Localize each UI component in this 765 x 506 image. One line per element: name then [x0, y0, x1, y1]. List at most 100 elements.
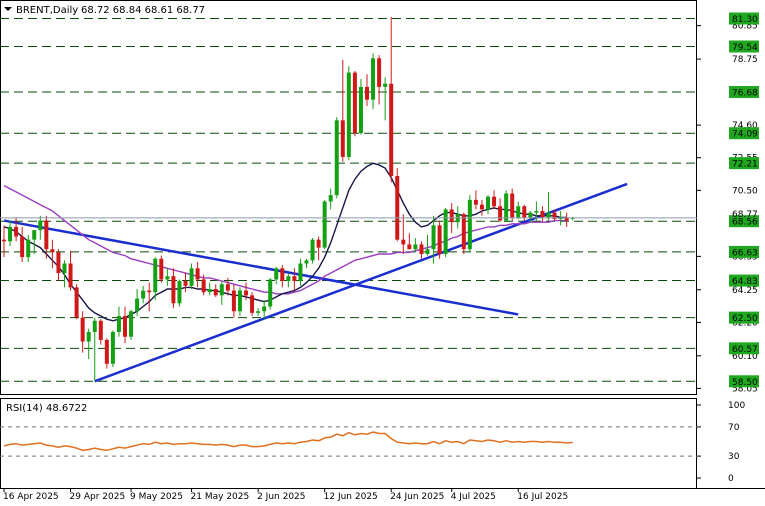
candle-body [14, 226, 19, 237]
candle-body [147, 290, 152, 293]
level-tag-label: 72.21 [732, 160, 758, 170]
candle-body [486, 196, 490, 210]
candle-body [104, 339, 109, 364]
candle-body [262, 306, 267, 312]
candle-body [407, 244, 412, 250]
candle-body [189, 268, 194, 286]
candle-body [62, 263, 67, 274]
rsi-tick-label: 100 [728, 401, 745, 411]
rsi-tick-label: 70 [728, 423, 740, 433]
candle-body [8, 226, 13, 242]
time-tick-label: 24 Jun 2025 [390, 492, 444, 502]
time-tick-label: 16 Jul 2025 [517, 492, 568, 502]
candle-body [153, 258, 158, 293]
time-tick-label: 4 Jul 2025 [451, 492, 496, 502]
moving-averages [3, 162, 567, 322]
candle-body [123, 316, 127, 337]
candle-body [473, 199, 478, 205]
candle-body [346, 72, 351, 157]
candle-body [534, 211, 539, 213]
price-chart: 80.8578.7574.6072.5570.5066.3564.2562.20… [0, 0, 765, 502]
candle-body [516, 206, 521, 218]
price-tick-label: 70.50 [732, 186, 758, 196]
rsi-label: RSI(14) 48.6722 [6, 403, 87, 414]
candle-body [504, 193, 509, 221]
candle-body [443, 209, 448, 254]
candle-body [365, 86, 369, 100]
collapse-triangle-icon[interactable] [4, 7, 12, 11]
symbol-label: BRENT,Daily [16, 5, 78, 16]
candle-body [431, 225, 436, 250]
candle-body [68, 263, 73, 288]
level-tag-label: 74.09 [732, 130, 758, 140]
candle-body [292, 276, 297, 282]
moving-average-fast [3, 162, 567, 322]
candle-body [334, 120, 339, 196]
candle-body [498, 206, 503, 221]
time-tick-label: 29 Apr 2025 [70, 492, 126, 502]
candle-body [86, 331, 91, 342]
candle-body [528, 212, 533, 218]
candle-body [116, 316, 121, 332]
candle-body [461, 214, 466, 250]
time-axis: 16 Apr 2025 29 Apr 2025 9 May 2025 21 May 2… [3, 488, 568, 502]
candle-body [135, 298, 140, 312]
level-tag-label: 81.30 [732, 15, 758, 25]
chart-header: BRENT,Daily 68.72 68.84 68.61 68.77 [4, 5, 205, 16]
candle-body [328, 195, 333, 202]
time-tick-label: 2 Jun 2025 [257, 492, 305, 502]
candle-body [26, 239, 31, 258]
time-tick-label: 16 Apr 2025 [3, 492, 59, 502]
candle-body [401, 239, 406, 245]
candle-body [231, 290, 236, 312]
candle-body [413, 244, 418, 250]
candle-body [371, 58, 376, 100]
candle-body [213, 288, 218, 296]
candle-body [546, 212, 551, 218]
candle-body [256, 311, 261, 313]
candle-body [237, 290, 242, 312]
candle-body [92, 320, 97, 332]
candle-body [219, 284, 224, 296]
candle-body [129, 311, 134, 337]
candle-body [244, 290, 248, 296]
level-tag-label: 64.83 [732, 277, 758, 287]
candle-body [425, 249, 430, 254]
rsi-pane-frame [0, 398, 697, 489]
rsi-tick-label: 30 [728, 452, 740, 462]
level-tag-label: 62.50 [732, 314, 758, 324]
candle-body [286, 276, 291, 282]
candle-body [322, 201, 327, 248]
time-tick-label: 9 May 2025 [130, 492, 183, 502]
candle-body [56, 252, 61, 274]
candle-body [177, 281, 182, 304]
candle-body [98, 320, 103, 340]
candle-body [510, 193, 515, 218]
rsi-line [3, 431, 573, 452]
candle-body [492, 196, 497, 207]
candle-body [2, 239, 6, 242]
candle-body [250, 295, 255, 313]
candle-body [316, 239, 321, 248]
level-tag-label: 79.54 [732, 43, 758, 53]
rsi-tick-label: 0 [728, 474, 734, 484]
level-tag-label: 58.50 [732, 378, 758, 388]
candle-body [20, 236, 25, 258]
candle-body [171, 276, 176, 304]
candle-body [395, 176, 400, 240]
time-tick-label: 21 May 2025 [191, 492, 250, 502]
candle-body [340, 120, 345, 157]
candle-body [183, 281, 188, 286]
candle-body [201, 279, 206, 293]
level-tag-label: 66.63 [732, 248, 758, 258]
candle-body [419, 244, 424, 254]
candle-body [358, 86, 363, 134]
current-price-label: 68.77 [732, 210, 758, 220]
candle-body [74, 287, 79, 318]
candle-body [310, 239, 315, 261]
price-tick-label: 64.25 [732, 286, 758, 296]
time-tick-label: 12 Jun 2025 [324, 492, 378, 502]
ohlc-readout: 68.72 68.84 68.61 68.77 [81, 5, 205, 16]
candle-body [540, 211, 545, 218]
candle-body [80, 317, 85, 342]
